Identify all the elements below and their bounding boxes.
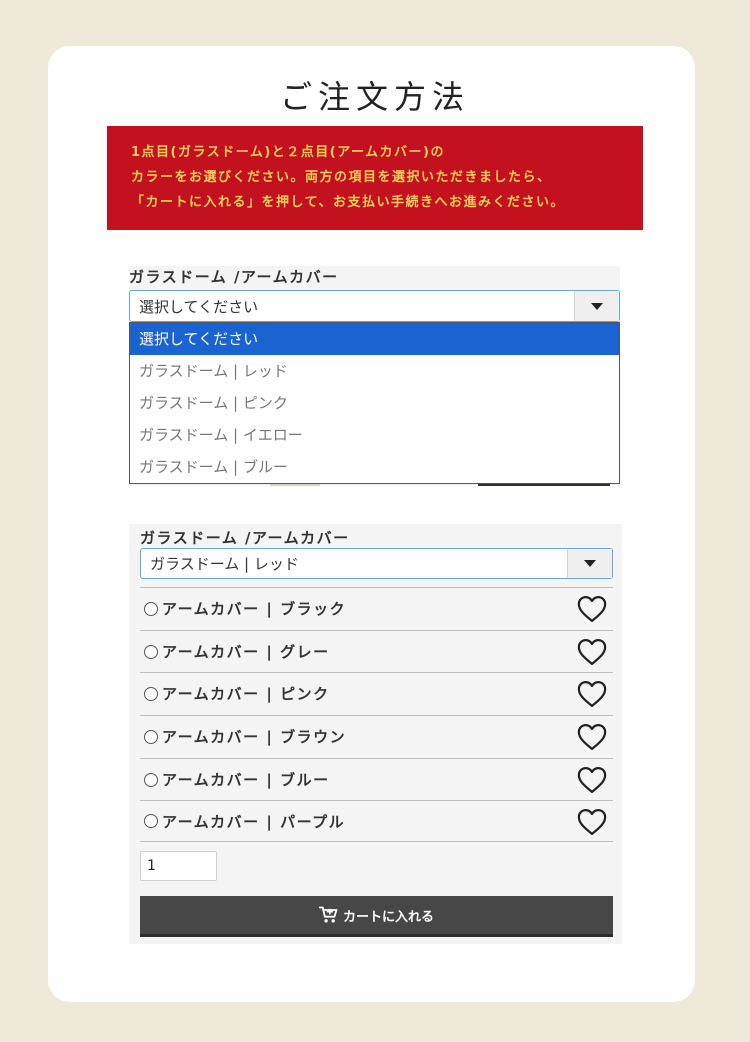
option-row-pink[interactable]: アームカバー | ピンク	[140, 672, 613, 714]
dropdown-option[interactable]: ガラスドーム | ピンク	[130, 387, 619, 419]
add-to-cart-button[interactable]: カートに入れる	[140, 896, 613, 937]
option-label: アームカバー | ピンク	[162, 685, 330, 703]
quantity-input[interactable]	[140, 851, 217, 881]
select-value: 選択してください	[139, 297, 259, 316]
option-label: アームカバー | グレー	[162, 643, 330, 661]
variation-select[interactable]: 選択してください	[129, 290, 620, 322]
cart-icon	[318, 906, 338, 923]
variation-panel-2: ガラスドーム /アームカバー ガラスドーム | レッド アームカバー | ブラッ…	[129, 524, 622, 944]
heart-icon[interactable]	[577, 680, 607, 708]
select-value: ガラスドーム | レッド	[150, 555, 299, 573]
cart-button-label: カートに入れる	[342, 908, 434, 924]
radio-button[interactable]	[144, 729, 158, 744]
page-title: ご注文方法	[279, 78, 470, 116]
dropdown-option[interactable]: ガラスドーム | ブルー	[130, 451, 619, 483]
option-row-brown[interactable]: アームカバー | ブラウン	[140, 715, 613, 757]
radio-button[interactable]	[144, 644, 158, 659]
notice-banner: 1点目(ガラスドーム)と２点目(アームカバー)の カラーをお選びください。両方の…	[107, 126, 643, 230]
dropdown-toggle[interactable]	[574, 291, 619, 321]
heart-icon[interactable]	[577, 595, 607, 623]
dropdown-list: 選択してください ガラスドーム | レッド ガラスドーム | ピンク ガラスドー…	[129, 322, 620, 484]
chevron-down-icon	[584, 560, 596, 567]
option-label: アームカバー | ブラック	[162, 600, 347, 618]
variation-label: ガラスドーム /アームカバー	[140, 529, 350, 547]
chevron-down-icon	[591, 302, 603, 310]
heart-icon[interactable]	[577, 638, 607, 666]
option-row-gray[interactable]: アームカバー | グレー	[140, 630, 613, 672]
dropdown-option[interactable]: ガラスドーム | レッド	[130, 355, 619, 387]
variation-select[interactable]: ガラスドーム | レッド	[140, 548, 613, 579]
option-label: アームカバー | パープル	[162, 812, 346, 831]
radio-button[interactable]	[144, 814, 158, 828]
notice-line: 「カートに入れる」を押して、お支払い手続きへお進みください。	[131, 195, 565, 210]
radio-button[interactable]	[144, 686, 158, 701]
notice-line: 1点目(ガラスドーム)と２点目(アームカバー)の	[131, 145, 445, 160]
option-label: アームカバー | ブラウン	[162, 728, 347, 746]
option-label: アームカバー | ブルー	[162, 771, 330, 789]
heart-icon[interactable]	[577, 808, 607, 836]
notice-line: カラーをお選びください。両方の項目を選択いただきましたら、	[131, 170, 552, 185]
heart-icon[interactable]	[577, 723, 607, 751]
dropdown-option[interactable]: 選択してください	[130, 323, 619, 355]
option-row-black[interactable]: アームカバー | ブラック	[140, 587, 613, 629]
variation-label: ガラスドーム /アームカバー	[129, 268, 339, 286]
dropdown-toggle[interactable]	[567, 549, 612, 578]
radio-button[interactable]	[144, 772, 158, 787]
option-row-purple[interactable]: アームカバー | パープル	[140, 800, 613, 842]
option-row-blue[interactable]: アームカバー | ブルー	[140, 758, 613, 800]
heart-icon[interactable]	[577, 766, 607, 794]
dropdown-option[interactable]: ガラスドーム | イエロー	[130, 419, 619, 451]
radio-button[interactable]	[144, 601, 158, 616]
